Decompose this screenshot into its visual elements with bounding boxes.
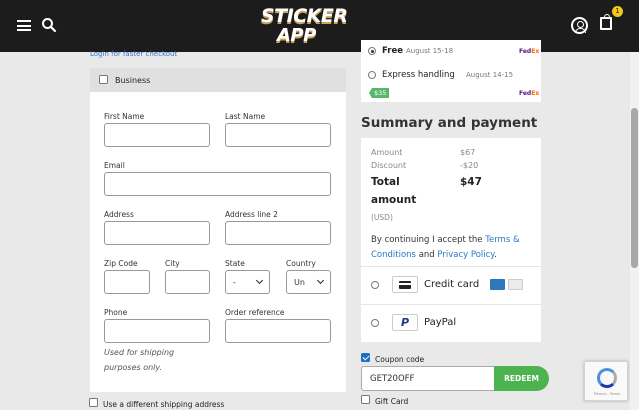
business-label: Business bbox=[115, 76, 151, 85]
paypal-icon: P bbox=[392, 314, 418, 331]
recaptcha-badge[interactable]: Privacy - Terms bbox=[584, 361, 628, 401]
terms-and: and bbox=[416, 250, 438, 260]
terms-prefix: By continuing I accept the bbox=[371, 235, 486, 245]
paypal-label: PayPal bbox=[424, 317, 457, 328]
different-shipping-label: Use a different shipping address bbox=[103, 400, 225, 409]
phone-helper-text: Used for shipping purposes only. bbox=[104, 348, 175, 372]
gift-card-checkbox[interactable] bbox=[361, 395, 370, 404]
cart-icon[interactable] bbox=[600, 14, 612, 30]
recaptcha-icon bbox=[597, 368, 617, 388]
coupon-code-input[interactable]: GET20OFF bbox=[361, 366, 494, 391]
login-link[interactable]: Login for faster checkout bbox=[90, 50, 177, 58]
payment-option-paypal[interactable]: P PayPal bbox=[361, 305, 541, 343]
redeem-button[interactable]: REDEEM bbox=[494, 366, 549, 391]
total-amount-value: $47 bbox=[460, 176, 482, 188]
country-select[interactable]: Un bbox=[286, 270, 331, 294]
zip-code-label: Zip Code bbox=[104, 259, 138, 268]
amex-logo-icon bbox=[490, 279, 505, 290]
zip-code-field[interactable] bbox=[104, 270, 150, 294]
country-label: Country bbox=[286, 259, 316, 268]
summary-title: Summary and payment bbox=[361, 115, 538, 131]
amount-label: Amount bbox=[371, 148, 403, 157]
address-label: Address bbox=[104, 210, 134, 219]
terms-text: By continuing I accept the Terms & Condi… bbox=[371, 233, 533, 263]
order-reference-field[interactable] bbox=[225, 319, 331, 343]
payment-option-credit-card[interactable]: Credit card bbox=[361, 267, 541, 305]
business-toggle-row[interactable]: Business bbox=[90, 68, 346, 92]
email-field[interactable] bbox=[104, 172, 331, 196]
credit-card-label: Credit card bbox=[424, 279, 480, 290]
phone-field[interactable] bbox=[104, 319, 210, 343]
shipping-free-name: Free bbox=[382, 46, 403, 56]
country-select-value: Un bbox=[294, 278, 305, 287]
privacy-link[interactable]: Privacy Policy bbox=[437, 250, 494, 260]
recaptcha-text: Privacy - Terms bbox=[593, 392, 621, 396]
gift-card-label: Gift Card bbox=[375, 397, 409, 406]
address-line2-field[interactable] bbox=[225, 221, 331, 245]
fedex-logo: FedEx bbox=[519, 48, 540, 55]
total-amount-label: Total bbox=[371, 176, 400, 188]
paypal-radio[interactable] bbox=[371, 319, 379, 327]
scrollbar-thumb[interactable] bbox=[631, 108, 638, 268]
coupon-code-checkbox[interactable] bbox=[361, 353, 370, 362]
stickerapp-logo[interactable]: STICKER APP bbox=[259, 4, 348, 48]
state-select-value: - bbox=[233, 278, 236, 287]
fedex-logo: FedEx bbox=[519, 90, 540, 97]
shipping-free-date: August 15-18 bbox=[406, 47, 454, 55]
chevron-down-icon bbox=[255, 276, 264, 285]
logo-text-line2: APP bbox=[277, 25, 316, 46]
shipping-express-radio[interactable] bbox=[368, 71, 376, 79]
search-icon[interactable] bbox=[41, 17, 57, 33]
card-brand-icon bbox=[508, 279, 523, 290]
shipping-express-date: August 14-15 bbox=[466, 71, 514, 79]
last-name-field[interactable] bbox=[225, 123, 331, 147]
first-name-field[interactable] bbox=[104, 123, 210, 147]
total-currency: (USD) bbox=[371, 213, 393, 222]
user-icon[interactable] bbox=[571, 17, 588, 34]
menu-icon[interactable] bbox=[17, 20, 31, 31]
last-name-label: Last Name bbox=[225, 112, 266, 121]
chevron-down-icon bbox=[316, 276, 325, 285]
city-label: City bbox=[165, 259, 180, 268]
state-label: State bbox=[225, 259, 245, 268]
different-shipping-checkbox[interactable] bbox=[89, 398, 98, 407]
shipping-express-name: Express handling bbox=[382, 70, 455, 80]
coupon-code-label: Coupon code bbox=[375, 355, 425, 364]
site-header: STICKER APP 1 bbox=[0, 0, 639, 52]
business-checkbox[interactable] bbox=[99, 75, 108, 84]
phone-label: Phone bbox=[104, 308, 128, 317]
credit-card-icon bbox=[392, 276, 418, 293]
total-amount-label-cont: amount bbox=[371, 194, 417, 206]
order-reference-label: Order reference bbox=[225, 308, 285, 317]
address-field[interactable] bbox=[104, 221, 210, 245]
terms-suffix: . bbox=[494, 250, 497, 260]
first-name-label: First Name bbox=[104, 112, 145, 121]
discount-label: Discount bbox=[371, 161, 407, 170]
express-price-tag: $35 bbox=[369, 88, 390, 98]
address-line2-label: Address line 2 bbox=[225, 210, 278, 219]
amount-value: $67 bbox=[460, 148, 476, 157]
email-label: Email bbox=[104, 161, 125, 170]
credit-card-radio[interactable] bbox=[371, 281, 379, 289]
cart-count-badge: 1 bbox=[612, 6, 623, 17]
city-field[interactable] bbox=[165, 270, 210, 294]
state-select[interactable]: - bbox=[225, 270, 270, 294]
shipping-free-radio[interactable] bbox=[368, 47, 376, 55]
logo-text-line1: STICKER bbox=[261, 5, 348, 27]
discount-value: -$20 bbox=[460, 161, 479, 170]
